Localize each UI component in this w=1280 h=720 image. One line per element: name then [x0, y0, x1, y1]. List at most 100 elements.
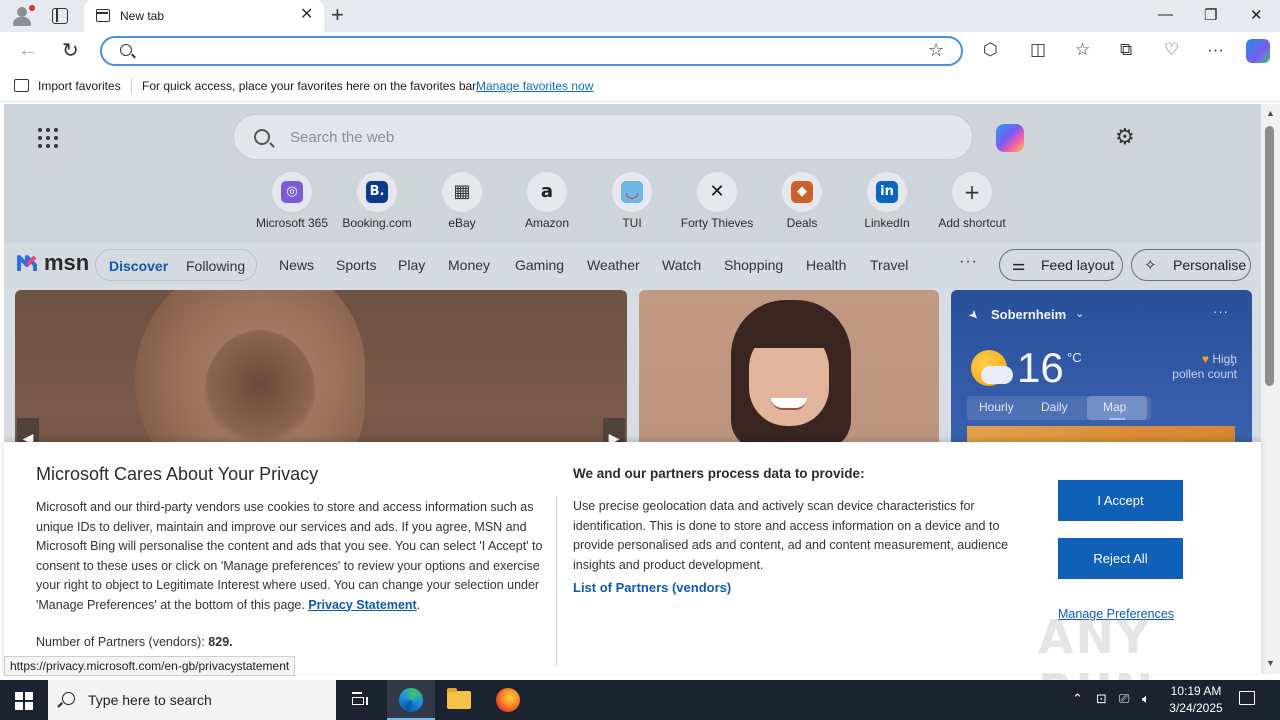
amazon-icon: a	[540, 181, 554, 202]
copilot-icon[interactable]	[996, 124, 1024, 152]
nav-sports[interactable]: Sports	[336, 257, 376, 273]
shortcut-booking-com[interactable]: B. Booking.com	[335, 172, 419, 230]
nav-watch[interactable]: Watch	[662, 257, 701, 273]
chevron-up-icon[interactable]: ⌃	[1072, 691, 1083, 707]
shortcut-add-shortcut[interactable]: + Add shortcut	[930, 172, 1014, 230]
feed-layout-button[interactable]: ⚌ Feed layout	[999, 249, 1123, 281]
favorites-bar-message: For quick access, place your favorites h…	[142, 79, 479, 93]
new-tab-button[interactable]: +	[331, 4, 344, 26]
shortcut-deals[interactable]: ◆ Deals	[760, 172, 844, 230]
title-bar: New tab ✕ + — ❐ ✕	[0, 0, 1280, 32]
purposes-body: Use precise geolocation data and activel…	[573, 499, 1009, 572]
partners-list-link[interactable]: List of Partners (vendors)	[573, 580, 731, 595]
collections-icon[interactable]: ⧉	[1120, 41, 1132, 59]
tab-discover[interactable]: Discover	[109, 258, 168, 274]
chevron-right-icon[interactable]: ›	[1231, 356, 1235, 370]
close-window-icon[interactable]: ✕	[1250, 6, 1263, 24]
tab-following[interactable]: Following	[186, 258, 245, 274]
tab-new-tab[interactable]: New tab ✕	[84, 0, 324, 32]
browser-essentials-icon[interactable]: ♡	[1164, 41, 1179, 59]
browser-toolbar: ← ↻ ☆ ⬡ ◫ ☆ ⧉ ♡ ···	[0, 32, 1280, 70]
minimize-icon[interactable]: —	[1158, 6, 1173, 23]
reload-icon[interactable]: ↻	[62, 38, 79, 63]
privacy-body: Microsoft and our third-party vendors us…	[36, 500, 543, 612]
scroll-up-icon[interactable]: ▲	[1266, 108, 1275, 118]
shortcut-microsoft-365[interactable]: ◎ Microsoft 365	[250, 172, 334, 230]
shortcut-amazon[interactable]: a Amazon	[505, 172, 589, 230]
apps-grid-icon[interactable]	[38, 128, 58, 148]
feed-layout-label: Feed layout	[1041, 257, 1115, 273]
manage-favorites-link[interactable]: Manage favorites now	[476, 79, 593, 93]
weather-location[interactable]: Sobernheim	[991, 307, 1066, 322]
gear-icon[interactable]: ⚙	[1115, 126, 1135, 148]
favorite-star-icon[interactable]: ☆	[928, 40, 944, 61]
partners-count: Number of Partners (vendors): 829.	[36, 635, 233, 649]
back-arrow-icon[interactable]: ←	[18, 39, 38, 62]
weather-more-button[interactable]: ···	[1213, 304, 1229, 319]
partners-count-value: 829.	[208, 635, 233, 649]
nav-more-button[interactable]: ···	[959, 253, 978, 271]
tui-icon: ◡	[621, 181, 643, 203]
nav-money[interactable]: Money	[448, 257, 490, 273]
tab-actions-icon[interactable]	[52, 8, 68, 24]
page-scrollbar[interactable]: ▲ ▼	[1261, 104, 1280, 674]
web-search-box[interactable]: Search the web	[233, 114, 973, 160]
shortcut-tui[interactable]: ◡ TUI	[590, 172, 674, 230]
msn-nav-bar: msn Discover Following News Sports Play …	[4, 242, 1261, 288]
nav-weather[interactable]: Weather	[587, 257, 640, 273]
task-view-button[interactable]	[336, 680, 384, 720]
taskbar-file-explorer-button[interactable]	[435, 680, 483, 720]
address-bar[interactable]: ☆	[100, 36, 963, 66]
nav-shopping[interactable]: Shopping	[724, 257, 783, 273]
nav-travel[interactable]: Travel	[870, 257, 908, 273]
profile-icon[interactable]	[10, 5, 35, 27]
shortcut-linkedin[interactable]: in LinkedIn	[845, 172, 929, 230]
taskbar-search-placeholder: Type here to search	[88, 692, 212, 708]
add-icon: +	[963, 180, 981, 204]
taskbar-edge-button[interactable]	[387, 680, 435, 720]
nav-gaming[interactable]: Gaming	[515, 257, 564, 273]
shortcut-label: Booking.com	[342, 216, 412, 230]
personalise-button[interactable]: ✧ Personalise	[1131, 249, 1251, 281]
purposes-heading: We and our partners process data to prov…	[573, 466, 865, 481]
firefox-icon	[496, 688, 520, 712]
windows-start-icon[interactable]	[15, 692, 33, 710]
extensions-icon[interactable]: ⬡	[983, 41, 998, 59]
shortcut-label: Forty Thieves	[680, 216, 754, 230]
scroll-down-icon[interactable]: ▼	[1266, 658, 1275, 668]
msn-logo[interactable]: msn	[44, 252, 89, 274]
weather-tab-daily[interactable]: Daily	[1041, 400, 1068, 414]
favorites-icon[interactable]: ☆	[1075, 41, 1090, 59]
more-options-icon[interactable]: ···	[1207, 41, 1224, 59]
copilot-icon[interactable]	[1246, 39, 1270, 63]
split-screen-icon[interactable]: ◫	[1030, 41, 1046, 59]
weather-tab-map[interactable]: Map	[1103, 400, 1126, 414]
notification-icon[interactable]	[1239, 691, 1255, 705]
clock-date: 3/24/2025	[1169, 701, 1223, 715]
taskbar-firefox-button[interactable]	[484, 680, 532, 720]
reject-all-button[interactable]: Reject All	[1058, 538, 1183, 579]
import-favorites-button[interactable]: Import favorites	[38, 79, 121, 93]
nav-health[interactable]: Health	[806, 257, 846, 273]
msn-butterfly-icon	[17, 255, 37, 271]
scroll-thumb[interactable]	[1265, 126, 1274, 386]
nav-news[interactable]: News	[279, 257, 314, 273]
pollen-info[interactable]: ♥ High pollen count	[1147, 352, 1237, 382]
privacy-statement-link[interactable]: Privacy Statement	[308, 598, 416, 612]
clock-time: 10:19 AM	[1170, 684, 1222, 698]
chevron-down-icon[interactable]: ⌄	[1075, 307, 1084, 320]
taskbar-search-box[interactable]: Type here to search	[48, 680, 336, 720]
restore-icon[interactable]: ❐	[1204, 6, 1217, 24]
shortcut-forty-thieves[interactable]: ✕ Forty Thieves	[675, 172, 759, 230]
volume-icon[interactable]: 🔈︎	[1142, 691, 1150, 707]
network-icon[interactable]: ⎚	[1119, 691, 1129, 707]
weather-tab-hourly[interactable]: Hourly	[979, 400, 1014, 414]
shortcut-ebay[interactable]: ▦ eBay	[420, 172, 504, 230]
nav-play[interactable]: Play	[398, 257, 425, 273]
weather-unit: °C	[1067, 350, 1082, 365]
close-tab-icon[interactable]: ✕	[300, 7, 313, 23]
accept-button[interactable]: I Accept	[1058, 480, 1183, 521]
security-icon[interactable]: ⊡	[1096, 691, 1107, 707]
shortcut-label: Amazon	[524, 216, 570, 230]
clock[interactable]: 10:19 AM 3/24/2025	[1160, 683, 1232, 717]
